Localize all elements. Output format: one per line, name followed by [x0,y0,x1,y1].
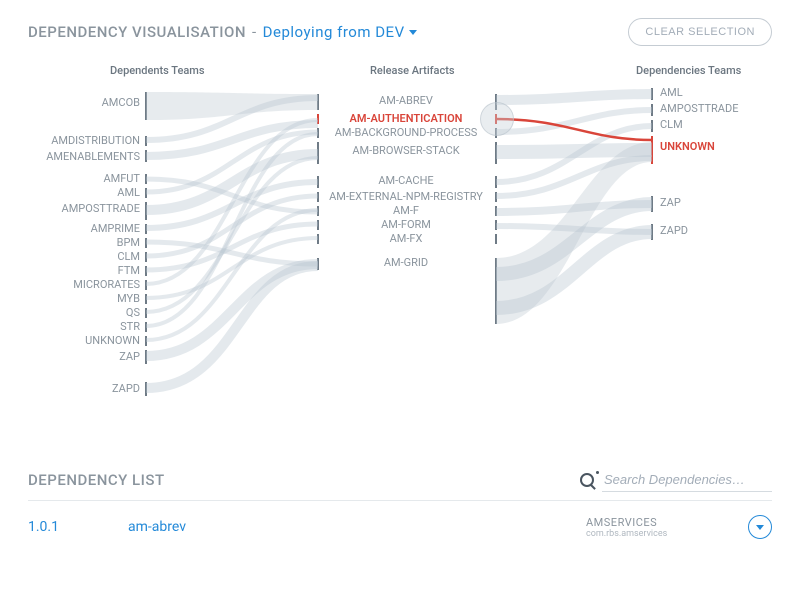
dependency-list-title: DEPENDENCY LIST [28,471,165,489]
node-amdistribution[interactable]: AMDISTRIBUTION [40,134,140,147]
node-am-cache[interactable]: AM-CACHE [326,174,486,187]
node-bpm[interactable]: BPM [40,236,140,249]
node-am-browser-stack[interactable]: AM-BROWSER-STACK [326,144,486,157]
search-icon [580,473,594,487]
sankey-diagram[interactable]: Dependents Teams Release Artifacts Depen… [28,64,772,444]
expand-button[interactable] [748,515,772,539]
node-amfut[interactable]: AMFUT [40,172,140,185]
node-amenablements[interactable]: AMENABLEMENTS [40,150,140,163]
dependency-package: com.rbs.amservices [586,529,696,539]
node-am-fx[interactable]: AM-FX [326,232,486,245]
node-amcob[interactable]: AMCOB [40,96,140,109]
node-aml[interactable]: AML [40,186,140,199]
node-clm-r[interactable]: CLM [660,118,760,131]
node-amprime[interactable]: AMPRIME [40,222,140,235]
node-qs[interactable]: QS [40,306,140,319]
node-am-f[interactable]: AM-F [326,204,486,217]
node-am-background-process[interactable]: AM-BACKGROUND-PROCESS [326,126,486,139]
dependency-row[interactable]: 1.0.1 am-abrev AMSERVICES com.rbs.amserv… [28,501,772,545]
node-am-grid[interactable]: AM-GRID [326,256,486,269]
search-input[interactable] [602,468,772,492]
dependency-name: am-abrev [128,519,546,535]
node-amposttrade-r[interactable]: AMPOSTTRADE [660,102,760,115]
environment-selector[interactable]: Deploying from DEV [263,23,417,41]
node-am-external-npm-registry[interactable]: AM-EXTERNAL-NPM-REGISTRY [326,190,486,203]
node-myb[interactable]: MYB [40,292,140,305]
node-am-abrev[interactable]: AM-ABREV [326,94,486,107]
dependency-version: 1.0.1 [28,519,88,535]
node-ftm[interactable]: FTM [40,264,140,277]
node-am-form[interactable]: AM-FORM [326,218,486,231]
node-unknown-l[interactable]: UNKNOWN [40,334,140,347]
environment-label: Deploying from DEV [263,23,405,41]
node-zap-l[interactable]: ZAP [40,350,140,363]
node-zap-r[interactable]: ZAP [660,196,760,209]
caret-down-icon [409,30,417,35]
dependency-service: AMSERVICES [586,516,696,529]
node-unknown-r[interactable]: UNKNOWN [660,140,760,153]
page-title: DEPENDENCY VISUALISATION [28,23,246,41]
node-am-authentication[interactable]: AM-AUTHENTICATION [326,112,486,125]
node-zapd-l[interactable]: ZAPD [40,382,140,395]
node-str[interactable]: STR [40,320,140,333]
node-microrates[interactable]: MICRORATES [40,278,140,291]
node-zapd-r[interactable]: ZAPD [660,224,760,237]
chevron-down-icon [756,525,764,530]
clear-selection-button[interactable]: CLEAR SELECTION [628,18,772,46]
node-amposttrade[interactable]: AMPOSTTRADE [40,202,140,215]
node-aml-r[interactable]: AML [660,86,760,99]
title-separator: - [252,23,257,41]
node-clm[interactable]: CLM [40,250,140,263]
